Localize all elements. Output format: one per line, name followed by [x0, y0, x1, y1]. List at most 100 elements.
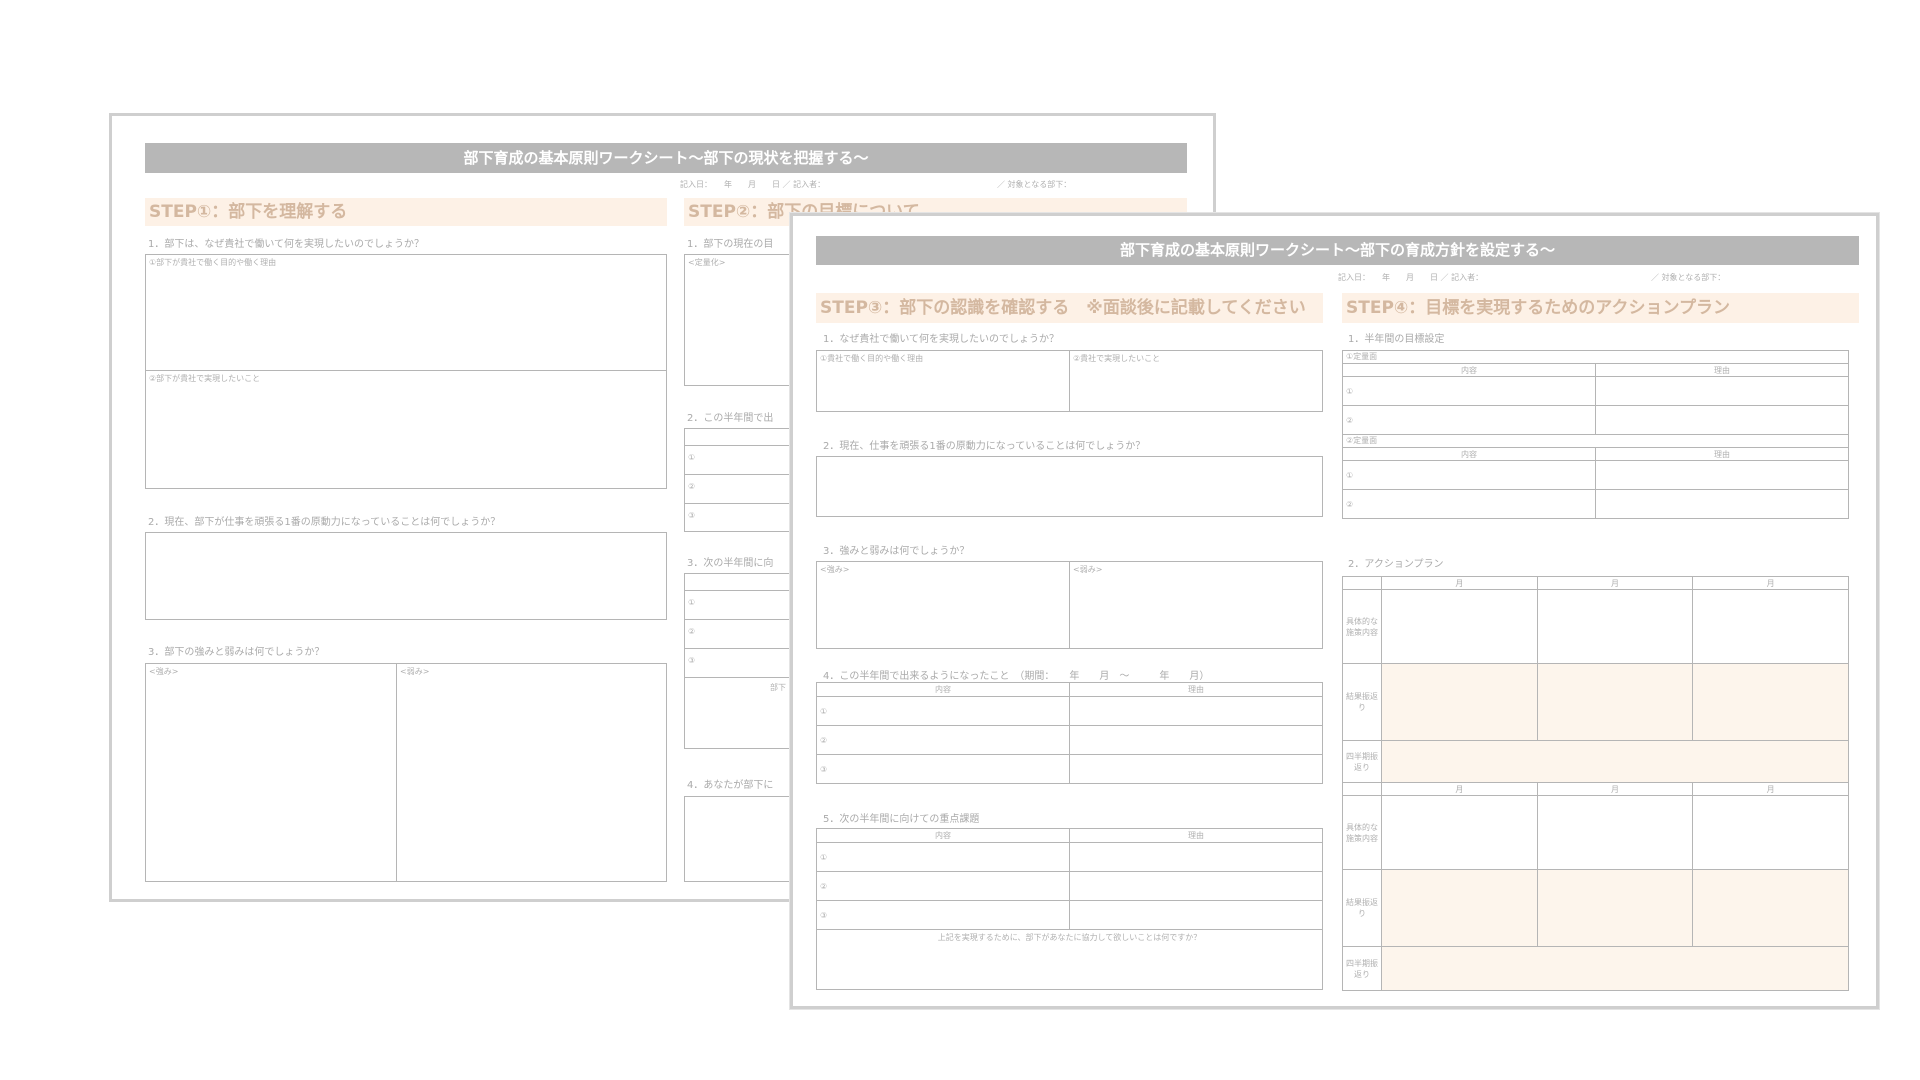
col-content: 内容 [816, 682, 1070, 697]
col-reason: 理由 [1069, 682, 1323, 697]
reason-cell[interactable] [1069, 696, 1323, 726]
quarter-review-cell[interactable] [1381, 946, 1849, 991]
col-reason: 理由 [1595, 447, 1849, 461]
divider [1069, 562, 1070, 648]
goal-setting-table: ①定量面 内容 理由 ① ② ②定量面 内容 理由 ① ② [1342, 350, 1849, 519]
month-header: 月 [1536, 576, 1694, 590]
row-number: ② [688, 627, 696, 636]
row-label-quarter-review: 四半期振返り [1342, 740, 1382, 783]
entry-date-line: 記入日： 年 月 日 ／ 記入者： [680, 180, 826, 189]
entry-date-line: 記入日： 年 月 日 ／ 記入者： [1338, 273, 1484, 282]
month-header: 月 [1536, 782, 1694, 796]
step3-question-3: 3．強みと弱みは何でしょうか？ [823, 546, 970, 557]
row-label-concrete-measures: 具体的な施策内容 [1342, 795, 1382, 870]
purpose-label: ①貴社で働く目的や働く理由 [820, 354, 924, 363]
help-request-cell[interactable]: 上記を実現するために、部下があなたに協力して欲しいことは何ですか？ [816, 929, 1323, 990]
row-number[interactable]: ① [816, 696, 1070, 726]
quantify-label: <定量化> [688, 258, 726, 267]
row-number: ③ [688, 511, 696, 520]
row-number[interactable]: ② [816, 871, 1070, 901]
target-subordinate-line: ／ 対象となる部下： [1651, 273, 1726, 282]
reason-cell[interactable] [1595, 489, 1849, 519]
result-cell[interactable] [1381, 663, 1538, 741]
row-number: ① [688, 598, 696, 607]
result-cell[interactable] [1692, 663, 1849, 741]
month-header: 月 [1381, 576, 1538, 590]
step2-question-2: 2．この半年間で出 [687, 413, 774, 424]
quarter-review-cell[interactable] [1381, 740, 1849, 783]
result-cell[interactable] [1536, 869, 1694, 947]
row-number: ③ [688, 656, 696, 665]
plan-cell[interactable] [1692, 795, 1849, 870]
col-reason: 理由 [1069, 828, 1323, 843]
step3-question-4: 4．この半年間で出来るようになったこと （期間： 年 月 〜 年 月） [823, 671, 1210, 682]
worksheet-title: 部下育成の基本原則ワークシート〜部下の育成方針を設定する〜 [816, 236, 1859, 265]
step3-q2-answer-box[interactable] [816, 456, 1323, 517]
divider [1069, 351, 1070, 411]
strength-label: <強み> [149, 667, 179, 676]
row-number[interactable]: ② [1342, 489, 1596, 519]
reason-cell[interactable] [1069, 725, 1323, 755]
row-number[interactable]: ① [1342, 460, 1596, 490]
step1-question-2: 2．現在、部下が仕事を頑張る1番の原動力になっていることは何でしょうか？ [148, 517, 501, 528]
step4-question-2: 2．アクションプラン [1348, 559, 1444, 570]
result-cell[interactable] [1692, 869, 1849, 947]
month-header: 月 [1381, 782, 1538, 796]
row-number[interactable]: ① [1342, 376, 1596, 406]
step1-header: STEP①：部下を理解する [145, 198, 667, 226]
step4-header: STEP④：目標を実現するためのアクションプラン [1342, 293, 1859, 323]
reason-cell[interactable] [1069, 871, 1323, 901]
row-number[interactable]: ② [816, 725, 1070, 755]
strength-label: <強み> [820, 565, 850, 574]
plan-cell[interactable] [1381, 795, 1538, 870]
row-label-concrete-measures: 具体的な施策内容 [1342, 589, 1382, 664]
step3-question-2: 2．現在、仕事を頑張る1番の原動力になっていることは何でしょうか？ [823, 441, 1146, 452]
reason-cell[interactable] [1595, 405, 1849, 435]
reason-cell[interactable] [1069, 754, 1323, 784]
partial-label: 部下 [770, 683, 786, 692]
col-content: 内容 [816, 828, 1070, 843]
row-label-result-review: 結果振返り [1342, 869, 1382, 947]
result-cell[interactable] [1536, 663, 1694, 741]
step2-question-4: 4．あなたが部下に [687, 780, 774, 791]
row-number[interactable]: ② [1342, 405, 1596, 435]
month-header: 月 [1692, 782, 1849, 796]
row-label-quarter-review: 四半期振返り [1342, 946, 1382, 991]
row-number[interactable]: ③ [816, 754, 1070, 784]
month-header: 月 [1692, 576, 1849, 590]
row-number: ① [688, 453, 696, 462]
col-content: 内容 [1342, 363, 1596, 377]
step3-q3-box: <強み> <弱み> [816, 561, 1323, 649]
realize-label: ②貴社で実現したいこと [1073, 354, 1161, 363]
goal1-label: ①定量面 [1342, 350, 1849, 364]
divider [146, 370, 666, 371]
action-plan-table: 月月月 具体的な施策内容 結果振返り 四半期振返り 月月月 具体的な施策内容 結… [1342, 576, 1849, 991]
plan-cell[interactable] [1692, 589, 1849, 664]
plan-cell[interactable] [1536, 795, 1694, 870]
step3-question-1: 1．なぜ貴社で働いて何を実現したいのでしょうか？ [823, 334, 1060, 345]
reason-cell[interactable] [1595, 376, 1849, 406]
q1-realize-label: ②部下が貴社で実現したいこと [149, 374, 261, 383]
target-subordinate-line: ／ 対象となる部下： [997, 180, 1072, 189]
step1-question-3: 3．部下の強みと弱みは何でしょうか？ [148, 647, 325, 658]
step3-question-5: 5．次の半年間に向けての重点課題 [823, 814, 980, 825]
reason-cell[interactable] [1069, 842, 1323, 872]
step3-q4-table: 内容 理由 ① ② ③ [816, 682, 1323, 784]
weakness-label: <弱み> [400, 667, 430, 676]
plan-cell[interactable] [1381, 589, 1538, 664]
step3-header: STEP③：部下の認識を確認する ※面談後に記載してください [816, 293, 1323, 323]
divider [396, 664, 397, 881]
row-number[interactable]: ③ [816, 900, 1070, 930]
plan-cell[interactable] [1536, 589, 1694, 664]
reason-cell[interactable] [1069, 900, 1323, 930]
step1-question-1: 1．部下は、なぜ貴社で働いて何を実現したいのでしょうか？ [148, 239, 425, 250]
reason-cell[interactable] [1595, 460, 1849, 490]
worksheet-title: 部下育成の基本原則ワークシート〜部下の現状を把握する〜 [145, 143, 1187, 173]
result-cell[interactable] [1381, 869, 1538, 947]
row-number[interactable]: ① [816, 842, 1070, 872]
q1-purpose-label: ①部下が貴社で働く目的や働く理由 [149, 258, 277, 267]
step4-question-1: 1．半年間の目標設定 [1348, 334, 1445, 345]
worksheet-page-development-plan: 部下育成の基本原則ワークシート〜部下の育成方針を設定する〜 記入日： 年 月 日… [790, 213, 1879, 1009]
goal2-label: ②定量面 [1342, 434, 1849, 448]
step1-q2-answer-box[interactable] [145, 532, 667, 620]
